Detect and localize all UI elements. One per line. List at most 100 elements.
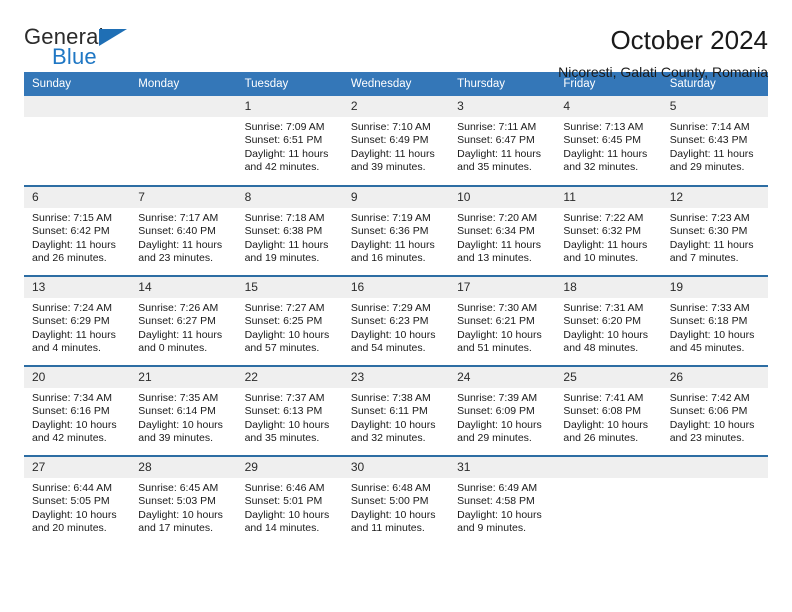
day-cell-content: 26 Sunrise: 7:42 AM Sunset: 6:06 PM Dayligh… [661,367,768,455]
sunrise-text: Sunrise: 6:46 AM [244,482,325,494]
sunset-text: Sunset: 6:51 PM [244,134,323,147]
sunset-text: Sunset: 6:49 PM [350,134,429,147]
day-cell-content: 20 Sunrise: 7:34 AM Sunset: 6:16 PM Dayligh… [24,367,131,455]
day-cell-content: 12 Sunrise: 7:23 AM Sunset: 6:30 PM Dayligh… [661,187,768,275]
sunset-text: Sunset: 5:03 PM [138,495,216,508]
sunrise-text: Sunrise: 7:42 AM [669,392,750,404]
calendar-day-cell[interactable]: 23 Sunrise: 7:38 AM Sunset: 6:11 PM Dayligh… [342,365,450,456]
calendar-day-cell[interactable]: 8 Sunrise: 7:18 AM Sunset: 6:38 PM Daylight… [236,185,343,276]
day-number: 20 [24,367,131,388]
calendar-day-cell[interactable]: 19 Sunrise: 7:33 AM Sunset: 6:18 PM Dayligh… [661,275,768,366]
day-number: 8 [236,187,343,208]
daylight-text-line2: and 20 minutes. [32,521,107,534]
day-details: Sunrise: 7:22 AM Sunset: 6:32 PM Daylight:… [555,208,661,265]
day-cell-content: 10 Sunrise: 7:20 AM Sunset: 6:34 PM Dayligh… [449,187,556,275]
calendar-day-cell[interactable]: 7 Sunrise: 7:17 AM Sunset: 6:40 PM Daylight… [130,185,237,276]
calendar-day-cell [555,455,662,546]
day-cell-content: 22 Sunrise: 7:37 AM Sunset: 6:13 PM Dayligh… [236,367,343,455]
day-cell-content: 27 Sunrise: 6:44 AM Sunset: 5:05 PM Dayligh… [24,457,131,546]
daylight-text-line2: and 32 minutes. [350,431,426,444]
calendar-day-cell[interactable]: 1 Sunrise: 7:09 AM Sunset: 6:51 PM Daylight… [236,96,343,186]
calendar-day-cell[interactable]: 16 Sunrise: 7:29 AM Sunset: 6:23 PM Dayligh… [342,275,450,366]
calendar-day-cell[interactable]: 4 Sunrise: 7:13 AM Sunset: 6:45 PM Daylight… [555,96,662,186]
calendar-day-cell[interactable]: 9 Sunrise: 7:19 AM Sunset: 6:36 PM Daylight… [342,185,450,276]
calendar-day-cell[interactable]: 27 Sunrise: 6:44 AM Sunset: 5:05 PM Dayligh… [24,455,131,546]
calendar-day-cell[interactable]: 26 Sunrise: 7:42 AM Sunset: 6:06 PM Dayligh… [661,365,768,456]
daylight-text-line2: and 29 minutes. [669,160,745,173]
calendar-day-cell[interactable]: 28 Sunrise: 6:45 AM Sunset: 5:03 PM Dayligh… [130,455,237,546]
day-details: Sunrise: 7:41 AM Sunset: 6:08 PM Daylight:… [555,388,661,445]
calendar-day-cell[interactable]: 21 Sunrise: 7:35 AM Sunset: 6:14 PM Dayligh… [130,365,237,456]
calendar-day-cell[interactable]: 24 Sunrise: 7:39 AM Sunset: 6:09 PM Dayligh… [449,365,556,456]
sunset-text: Sunset: 6:14 PM [138,405,216,418]
calendar-day-cell[interactable]: 20 Sunrise: 7:34 AM Sunset: 6:16 PM Dayligh… [24,365,131,456]
sunset-text: Sunset: 6:27 PM [138,315,216,328]
sunset-text: Sunset: 6:38 PM [244,225,323,238]
sunrise-text: Sunrise: 7:33 AM [669,302,750,314]
calendar-day-cell[interactable]: 10 Sunrise: 7:20 AM Sunset: 6:34 PM Dayligh… [449,185,556,276]
sunset-text: Sunset: 6:40 PM [138,225,216,238]
day-number: 28 [130,457,237,478]
day-cell-content [24,96,131,185]
daylight-text-line2: and 14 minutes. [244,521,320,534]
day-cell-content: 2 Sunrise: 7:10 AM Sunset: 6:49 PM Daylight… [342,96,450,185]
sunset-text: Sunset: 6:09 PM [457,405,535,418]
daylight-text-line1: Daylight: 11 hours [563,147,648,160]
daylight-text-line1: Daylight: 11 hours [32,238,116,251]
calendar-day-cell[interactable]: 13 Sunrise: 7:24 AM Sunset: 6:29 PM Dayligh… [24,275,131,366]
day-number: 3 [449,96,556,117]
day-cell-content: 28 Sunrise: 6:45 AM Sunset: 5:03 PM Dayligh… [130,457,237,546]
calendar-day-cell[interactable]: 30 Sunrise: 6:48 AM Sunset: 5:00 PM Dayligh… [342,455,450,546]
sunrise-text: Sunrise: 6:44 AM [32,482,112,494]
calendar-day-cell[interactable]: 17 Sunrise: 7:30 AM Sunset: 6:21 PM Dayligh… [449,275,556,366]
daylight-text-line2: and 23 minutes. [138,251,213,264]
calendar-day-cell[interactable]: 25 Sunrise: 7:41 AM Sunset: 6:08 PM Dayligh… [555,365,662,456]
day-number: 29 [236,457,343,478]
daylight-text-line1: Daylight: 10 hours [457,418,542,431]
calendar-day-cell[interactable]: 15 Sunrise: 7:27 AM Sunset: 6:25 PM Dayligh… [236,275,343,366]
day-number: 10 [449,187,556,208]
sunrise-text: Sunrise: 7:27 AM [244,302,325,314]
day-cell-content: 15 Sunrise: 7:27 AM Sunset: 6:25 PM Dayligh… [236,277,343,365]
daylight-text-line2: and 4 minutes. [32,341,101,354]
day-details: Sunrise: 7:11 AM Sunset: 6:47 PM Daylight:… [449,117,555,174]
calendar-day-cell[interactable]: 22 Sunrise: 7:37 AM Sunset: 6:13 PM Dayligh… [236,365,343,456]
day-number [130,96,237,117]
day-number: 19 [661,277,768,298]
daylight-text-line2: and 26 minutes. [563,431,639,444]
calendar-day-cell[interactable]: 29 Sunrise: 6:46 AM Sunset: 5:01 PM Dayligh… [236,455,343,546]
sunset-text: Sunset: 6:11 PM [350,405,428,418]
calendar-day-cell[interactable]: 6 Sunrise: 7:15 AM Sunset: 6:42 PM Daylight… [24,185,131,276]
daylight-text-line1: Daylight: 11 hours [138,328,223,341]
calendar-day-cell[interactable]: 5 Sunrise: 7:14 AM Sunset: 6:43 PM Daylight… [661,96,768,186]
daylight-text-line2: and 48 minutes. [563,341,639,354]
day-cell-content [661,457,768,546]
calendar-day-cell[interactable]: 12 Sunrise: 7:23 AM Sunset: 6:30 PM Dayligh… [661,185,768,276]
sunrise-text: Sunrise: 7:22 AM [563,212,644,224]
calendar-day-cell[interactable]: 3 Sunrise: 7:11 AM Sunset: 6:47 PM Daylight… [449,96,556,186]
calendar-day-cell[interactable]: 18 Sunrise: 7:31 AM Sunset: 6:20 PM Dayligh… [555,275,662,366]
calendar-day-cell[interactable]: 14 Sunrise: 7:26 AM Sunset: 6:27 PM Dayligh… [130,275,237,366]
day-cell-content: 16 Sunrise: 7:29 AM Sunset: 6:23 PM Dayligh… [342,277,450,365]
sunset-text: Sunset: 6:29 PM [32,315,110,328]
day-details: Sunrise: 7:34 AM Sunset: 6:16 PM Daylight:… [24,388,130,445]
daylight-text-line1: Daylight: 10 hours [457,508,542,521]
calendar-day-cell[interactable]: 2 Sunrise: 7:10 AM Sunset: 6:49 PM Daylight… [342,96,450,186]
sunset-text: Sunset: 6:36 PM [350,225,429,238]
calendar-day-cell[interactable]: 31 Sunrise: 6:49 AM Sunset: 4:58 PM Dayligh… [449,455,556,546]
sunrise-text: Sunrise: 6:49 AM [457,482,538,494]
daylight-text-line2: and 51 minutes. [457,341,532,354]
day-cell-content: 8 Sunrise: 7:18 AM Sunset: 6:38 PM Daylight… [236,187,343,275]
sunset-text: Sunset: 6:21 PM [457,315,535,328]
sunset-text: Sunset: 6:23 PM [350,315,429,328]
general-blue-logo[interactable]: General Blue [24,26,144,72]
day-details: Sunrise: 7:37 AM Sunset: 6:13 PM Daylight:… [237,388,343,445]
day-cell-content: 4 Sunrise: 7:13 AM Sunset: 6:45 PM Daylight… [555,96,662,185]
day-number: 4 [555,96,662,117]
day-number: 31 [449,457,556,478]
calendar-day-cell[interactable]: 11 Sunrise: 7:22 AM Sunset: 6:32 PM Dayligh… [555,185,662,276]
daylight-text-line1: Daylight: 10 hours [32,418,117,431]
daylight-text-line2: and 7 minutes. [669,251,739,264]
day-of-week-wednesday: Wednesday [342,72,450,96]
daylight-text-line2: and 17 minutes. [138,521,213,534]
